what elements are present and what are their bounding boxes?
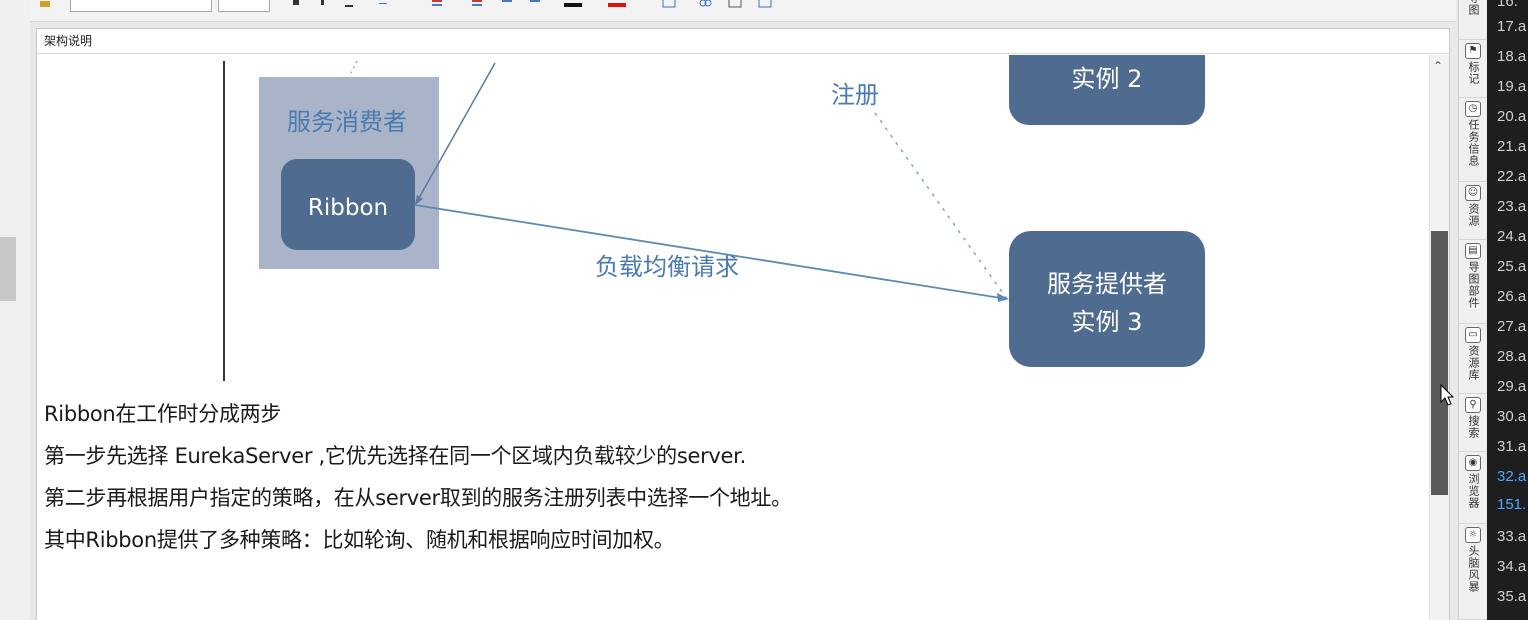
ribbon-label: Ribbon xyxy=(308,195,388,221)
note-line: 其中Ribbon提供了多种策略：比如轮询、随机和根据响应时间加权。 xyxy=(44,528,675,552)
register-label: 注册 xyxy=(831,81,879,109)
outline-item[interactable]: 23.a xyxy=(1497,198,1526,215)
notes-content[interactable]: 服务消费者 Ribbon 注册 实例 2 负载均衡请求 服务提供者 实例 3 R… xyxy=(37,55,1429,620)
provider-3-line2: 实例 3 xyxy=(1072,308,1143,336)
outline-item[interactable]: 22.a xyxy=(1497,168,1526,185)
side-tab-browser[interactable]: ◉ 浏览器 xyxy=(1459,452,1487,524)
browser-icon: ◉ xyxy=(1465,455,1481,471)
italic-icon[interactable] xyxy=(316,0,330,10)
outdent-icon[interactable] xyxy=(528,0,542,10)
note-line: 第二步再根据用户指定的策略，在从server取到的服务注册列表中选择一个地址。 xyxy=(44,486,792,510)
outline-item[interactable]: 19.a xyxy=(1497,78,1526,95)
left-collapse-tab[interactable] xyxy=(0,237,16,301)
dotted-connector-left xyxy=(350,60,358,74)
side-panel-tabs: 导图 ⚑ 标记 ◷ 任务信息 ☺ 资源 ▤ 导图部件 ▭ 资源库 ⚲ 搜索 ◉ … xyxy=(1458,0,1487,620)
side-tab-label: 导图 xyxy=(1467,0,1480,16)
side-tab-brainstorm[interactable]: ☼ 头脑风暴 xyxy=(1459,524,1487,620)
strikethrough-icon[interactable] xyxy=(376,0,390,10)
link-icon[interactable] xyxy=(698,0,712,10)
outline-list: 16. 17.a 18.a 19.a 20.a 21.a 22.a 23.a 2… xyxy=(1487,0,1528,620)
instance-2-label: 实例 2 xyxy=(1072,65,1143,93)
side-tab-label: 浏览器 xyxy=(1467,473,1480,509)
highlight-color-icon[interactable] xyxy=(608,0,628,10)
outline-item[interactable]: 33.a xyxy=(1497,528,1526,545)
load-balance-label: 负载均衡请求 xyxy=(595,253,739,281)
outline-item[interactable]: 26.a xyxy=(1497,288,1526,305)
outline-item[interactable]: 31.a xyxy=(1497,438,1526,455)
side-tab-label: 搜索 xyxy=(1467,415,1480,439)
register-dotted-line xyxy=(874,112,1008,300)
font-family-select[interactable] xyxy=(70,0,212,12)
side-tab-label: 任务信息 xyxy=(1467,119,1480,167)
outline-item-active[interactable]: 32.a xyxy=(1497,468,1526,485)
list-bullet-icon[interactable] xyxy=(430,0,444,10)
widget-icon: ▤ xyxy=(1465,243,1481,259)
side-tab-marker[interactable]: ⚑ 标记 xyxy=(1459,40,1487,98)
scrollbar-thumb[interactable] xyxy=(1431,231,1448,495)
attachment-icon[interactable] xyxy=(758,0,772,10)
side-tab-label: 标记 xyxy=(1467,61,1480,85)
left-app-strip xyxy=(0,0,30,620)
vertical-scrollbar[interactable]: ⌃ xyxy=(1429,55,1449,620)
side-tab-label: 资源 xyxy=(1467,203,1480,227)
side-tab-label: 头脑风暴 xyxy=(1467,545,1480,593)
brainstorm-icon: ☼ xyxy=(1465,527,1481,543)
side-tab-search[interactable]: ⚲ 搜索 xyxy=(1459,394,1487,452)
side-tab-widget[interactable]: ▤ 导图部件 xyxy=(1459,240,1487,324)
side-tab-label: 资源库 xyxy=(1467,345,1480,381)
side-tab-resource[interactable]: ☺ 资源 xyxy=(1459,182,1487,240)
side-tab-label: 导图部件 xyxy=(1467,261,1480,309)
outline-item[interactable]: 16. xyxy=(1497,0,1518,10)
provider-3-line1: 服务提供者 xyxy=(1047,270,1167,298)
search-icon: ⚲ xyxy=(1465,397,1481,413)
outline-item[interactable]: 21.a xyxy=(1497,138,1526,155)
note-line: 第一步先选择 EurekaServer ,它优先选择在同一个区域内负载较少的se… xyxy=(44,444,746,468)
outline-item[interactable]: 35.a xyxy=(1497,588,1526,605)
note-line: Ribbon在工作时分成两步 xyxy=(44,402,282,426)
format-painter-icon[interactable] xyxy=(38,0,52,10)
provider-3-box xyxy=(1009,231,1205,367)
list-number-icon[interactable] xyxy=(470,0,484,10)
indent-icon[interactable] xyxy=(500,0,514,10)
library-icon: ▭ xyxy=(1465,327,1481,343)
outline-item[interactable]: 20.a xyxy=(1497,108,1526,125)
notes-text[interactable]: Ribbon在工作时分成两步 第一步先选择 EurekaServer ,它优先选… xyxy=(44,393,792,561)
outline-item[interactable]: 25.a xyxy=(1497,258,1526,275)
task-icon: ◷ xyxy=(1465,101,1481,117)
consumer-label: 服务消费者 xyxy=(287,108,407,136)
load-balance-arrow xyxy=(414,204,1008,300)
text-color-icon[interactable] xyxy=(564,0,584,10)
resource-icon: ☺ xyxy=(1465,185,1481,201)
scroll-up-icon[interactable]: ⌃ xyxy=(1433,59,1443,73)
outline-item-active[interactable]: 151. xyxy=(1497,496,1526,513)
panel-title: 架构说明 xyxy=(37,29,1449,54)
mouse-cursor-icon xyxy=(1440,384,1454,406)
table-icon[interactable] xyxy=(662,0,676,10)
outline-item[interactable]: 27.a xyxy=(1497,318,1526,335)
notes-panel: 架构说明 服务消费者 Ribbon 注册 实例 2 负载均衡请求 服务提供者 实… xyxy=(36,28,1450,620)
architecture-diagram: 服务消费者 Ribbon 注册 实例 2 负载均衡请求 服务提供者 实例 3 xyxy=(259,55,1205,367)
outline-item[interactable]: 29.a xyxy=(1497,378,1526,395)
load-balance-arrowhead xyxy=(997,293,1009,302)
outline-item[interactable]: 30.a xyxy=(1497,408,1526,425)
format-toolbar xyxy=(30,0,1456,22)
bold-icon[interactable] xyxy=(290,0,304,10)
underline-icon[interactable] xyxy=(342,0,356,10)
side-tab-library[interactable]: ▭ 资源库 xyxy=(1459,324,1487,394)
outline-item[interactable]: 18.a xyxy=(1497,48,1526,65)
outline-item[interactable]: 17.a xyxy=(1497,18,1526,35)
outline-item[interactable]: 28.a xyxy=(1497,348,1526,365)
side-tab-task[interactable]: ◷ 任务信息 xyxy=(1459,98,1487,182)
side-tab-mindmap[interactable]: 导图 xyxy=(1459,0,1487,40)
font-size-select[interactable] xyxy=(218,0,270,12)
marker-icon: ⚑ xyxy=(1465,43,1481,59)
outline-item[interactable]: 24.a xyxy=(1497,228,1526,245)
image-icon[interactable] xyxy=(728,0,742,10)
outline-item[interactable]: 34.a xyxy=(1497,558,1526,575)
